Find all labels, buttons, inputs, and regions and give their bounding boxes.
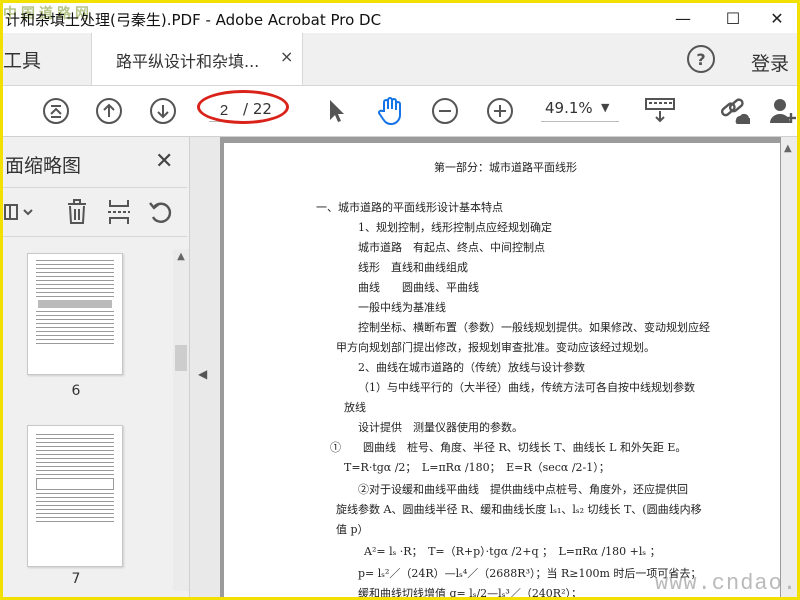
panel-close-icon[interactable]: ✕ — [155, 149, 173, 174]
doc-line: p= lₛ²／（24R）—lₛ⁴／（2688R³）；当 R≥100m 时后一项可… — [358, 567, 702, 580]
help-glyph: ? — [696, 49, 706, 69]
maximize-icon: ☐ — [725, 8, 741, 28]
zoom-value: 49.1% — [545, 99, 593, 117]
thumbnail-page-label: 6 — [71, 383, 81, 399]
acrobat-window: 中国道路网 计和杂填土处理(弓秦生).PDF - Adobe Acrobat P… — [0, 0, 800, 600]
collapse-arrow-icon[interactable]: ◀ — [198, 367, 207, 381]
doc-line: 曲线 圆曲线、平曲线 — [358, 281, 479, 294]
doc-line: ① 圆曲线 桩号、角度、半径 R、切线长 T、曲线长 L 和外矢距 E。 — [330, 441, 687, 454]
zoom-in-icon[interactable] — [485, 96, 515, 126]
options-menu-icon[interactable] — [3, 198, 35, 226]
delete-page-icon[interactable] — [63, 198, 91, 226]
next-page-icon[interactable] — [148, 96, 178, 126]
tab-document-label: 路平纵设计和杂填... — [116, 52, 260, 71]
site-watermark: www.cndao.com — [655, 571, 798, 596]
doc-line: 放线 — [344, 401, 366, 414]
thumbnail-scrollbar[interactable]: ▲ — [173, 249, 189, 591]
doc-line: 一、城市道路的平面线形设计基本特点 — [316, 201, 503, 214]
first-page-icon[interactable] — [41, 96, 71, 126]
tab-bar: 工具 路平纵设计和杂填... × ? 登录 — [3, 33, 797, 86]
pdf-page: 第一部分：城市道路平面线形 一、城市道路的平面线形设计基本特点 1、规划控制，线… — [224, 143, 780, 597]
page-thumbnails-panel: 面缩略图 ✕ 6 7 ▲ — [3, 137, 190, 597]
doc-line: T=R·tgα /2； L=πRα /180； E=R（secα /2-1）； — [344, 461, 610, 474]
thumbnail-page[interactable] — [27, 253, 123, 375]
doc-line: （1）与中线平行的（大半径）曲线，传统方法可各自按中线规划参数 — [358, 381, 695, 394]
minimize-button[interactable]: — — [663, 5, 703, 31]
thumbnail-list: 6 7 — [3, 237, 171, 597]
tab-tools[interactable]: 工具 — [3, 33, 89, 85]
keyboard-scroll-icon[interactable] — [643, 96, 677, 126]
doc-line: 1、规划控制，线形控制点应经规划确定 — [358, 221, 552, 234]
main-toolbar: / 22 49.1% ▼ — [3, 86, 797, 137]
close-window-button[interactable]: ✕ — [757, 5, 797, 31]
doc-line: 线形 直线和曲线组成 — [358, 261, 468, 274]
document-scrollbar[interactable]: ▲ — [781, 137, 797, 597]
close-icon: ✕ — [770, 8, 784, 28]
thumbnail-page-label: 7 — [71, 571, 81, 587]
window-title: 计和杂填土处理(弓秦生).PDF - Adobe Acrobat Pro DC — [5, 11, 382, 29]
add-user-icon[interactable] — [769, 96, 797, 126]
prev-page-icon[interactable] — [94, 96, 124, 126]
doc-line: 2、曲线在城市道路的（传统）放线与设计参数 — [358, 361, 585, 374]
doc-line: 第一部分：城市道路平面线形 — [434, 161, 577, 174]
highlight-annotation — [197, 90, 289, 124]
zoom-out-icon[interactable] — [430, 96, 460, 126]
scroll-up-icon[interactable]: ▲ — [175, 251, 187, 262]
thumbnail-page[interactable] — [27, 425, 123, 567]
select-arrow-icon[interactable] — [321, 96, 351, 126]
doc-line: 值 p） — [336, 523, 369, 536]
minimize-icon: — — [675, 8, 691, 28]
maximize-button[interactable]: ☐ — [713, 5, 753, 31]
chevron-down-icon[interactable]: ▼ — [601, 101, 609, 114]
tab-close-icon[interactable]: × — [280, 47, 293, 66]
document-view: 第一部分：城市道路平面线形 一、城市道路的平面线形设计基本特点 1、规划控制，线… — [220, 137, 797, 597]
doc-line: 城市道路 有起点、终点、中间控制点 — [358, 241, 545, 254]
doc-line: 控制坐标、横断布置（参数）一般线规划提供。如果修改、变动规划应经 — [358, 321, 710, 334]
panel-toolbar — [3, 187, 187, 237]
help-icon[interactable]: ? — [687, 45, 715, 73]
panel-collapse-handle[interactable]: ◀ — [190, 137, 220, 597]
title-bar: 中国道路网 计和杂填土处理(弓秦生).PDF - Adobe Acrobat P… — [3, 3, 797, 33]
tab-tools-label: 工具 — [3, 49, 42, 72]
scrollbar-thumb[interactable] — [175, 345, 187, 371]
login-button[interactable]: 登录 — [751, 49, 789, 76]
doc-line: 设计提供 测量仪器使用的参数。 — [358, 421, 523, 434]
share-link-icon[interactable] — [717, 96, 751, 126]
undo-icon[interactable] — [147, 198, 175, 226]
tab-document[interactable]: 路平纵设计和杂填... × — [91, 33, 303, 85]
scroll-up-icon[interactable]: ▲ — [784, 143, 792, 154]
extract-page-icon[interactable] — [105, 198, 133, 226]
doc-line: 缓和曲线切线增值 q= lₛ/2—lₛ³／（240R²）； — [358, 587, 583, 597]
doc-line: ②对于设缓和曲线平曲线 提供曲线中点桩号、角度外，还应提供回 — [358, 483, 688, 496]
panel-title: 面缩略图 — [5, 155, 82, 177]
doc-line: 旋线参数 A、圆曲线半径 R、缓和曲线长度 lₛ₁、lₛ₂ 切线长 T、(圆曲线… — [336, 503, 702, 516]
doc-line: 甲方向规划部门提出修改，报规划审查批准。变动应该经过规划。 — [336, 341, 655, 354]
hand-tool-icon[interactable] — [375, 96, 405, 126]
doc-line: A²= lₛ ·R； T=（R+p）·tgα /2+q ； L=πRα /180… — [364, 545, 661, 558]
doc-line: 一般中线为基准线 — [358, 301, 446, 314]
